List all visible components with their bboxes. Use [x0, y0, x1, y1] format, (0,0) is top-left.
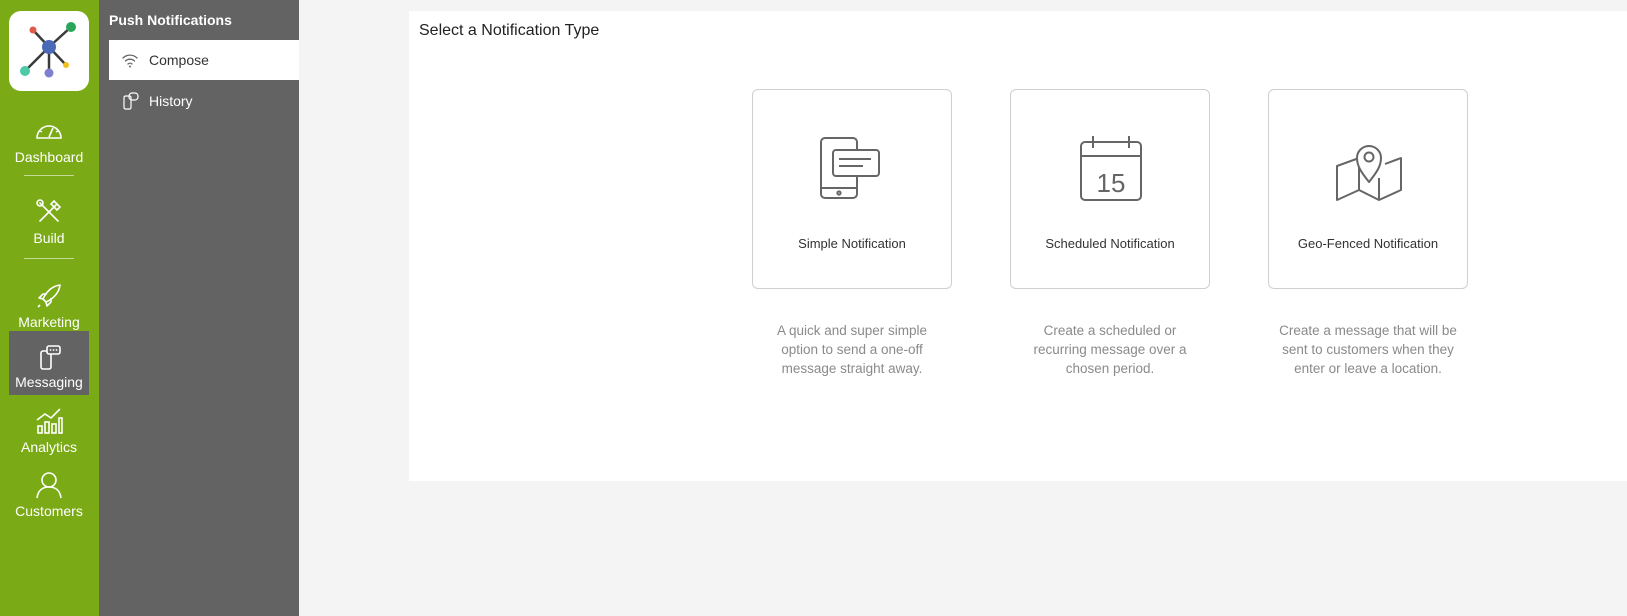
description-line: option to send a one-off: [781, 342, 923, 357]
sub-nav-item-label: History: [149, 93, 193, 109]
nav-item-build[interactable]: Build: [9, 197, 89, 261]
geo-fenced-notification-card[interactable]: Geo-Fenced Notification: [1268, 89, 1468, 289]
nav-item-customers[interactable]: Customers: [9, 470, 89, 534]
app-logo[interactable]: [9, 11, 89, 91]
description-line: sent to customers when they: [1282, 342, 1454, 357]
simple-notification-description: A quick and super simple option to send …: [752, 321, 952, 378]
logo-network-icon: [20, 22, 76, 78]
calendar-icon: 15: [1080, 136, 1142, 201]
description-line: recurring message over a: [1033, 342, 1187, 357]
phone-history-icon: [123, 92, 139, 110]
geo-fenced-notification-description: Create a message that will be sent to cu…: [1268, 321, 1468, 378]
sub-nav-item-compose[interactable]: Compose: [109, 40, 299, 80]
rocket-icon: [37, 284, 61, 308]
card-label: Geo-Fenced Notification: [1297, 236, 1439, 251]
nav-item-messaging[interactable]: Messaging: [9, 331, 89, 395]
nav-item-label: Messaging: [15, 374, 83, 390]
phone-chat-icon: [40, 345, 61, 370]
chart-icon: [36, 408, 63, 434]
description-line: chosen period.: [1065, 361, 1155, 376]
simple-notification-card[interactable]: Simple Notification: [752, 89, 952, 289]
sub-nav-item-label: Compose: [149, 52, 209, 68]
notification-type-panel: Select a Notification Type Simple Notifi…: [409, 11, 1627, 481]
calendar-day: 15: [1097, 168, 1126, 198]
nav-item-label: Customers: [15, 503, 83, 519]
phone-message-icon: [820, 137, 880, 199]
nav-item-analytics[interactable]: Analytics: [9, 406, 89, 470]
gauge-icon: [36, 125, 62, 139]
tools-icon: [36, 199, 62, 222]
person-icon: [36, 472, 62, 499]
wifi-icon: [122, 54, 138, 68]
page-title: Select a Notification Type: [419, 22, 600, 39]
main-nav: Dashboard Build Marketing Messaging Anal…: [0, 0, 99, 616]
card-label: Scheduled Notification: [1045, 236, 1175, 251]
nav-item-label: Dashboard: [14, 149, 84, 165]
nav-item-label: Marketing: [18, 314, 80, 330]
nav-divider: [24, 175, 74, 176]
card-label: Simple Notification: [798, 236, 906, 251]
description-line: A quick and super simple: [776, 323, 928, 338]
map-pin-icon: [1336, 145, 1402, 201]
nav-divider: [24, 258, 74, 259]
description-line: Create a message that will be: [1279, 323, 1457, 338]
description-line: message straight away.: [781, 361, 923, 376]
top-strip: [299, 0, 1627, 10]
nav-item-dashboard[interactable]: Dashboard: [9, 116, 89, 180]
sub-nav: Push Notifications Compose History: [99, 0, 299, 616]
scheduled-notification-description: Create a scheduled or recurring message …: [1010, 321, 1210, 378]
description-line: enter or leave a location.: [1294, 361, 1442, 376]
nav-item-label: Analytics: [20, 439, 78, 455]
scheduled-notification-card[interactable]: 15 Scheduled Notification: [1010, 89, 1210, 289]
description-line: Create a scheduled or: [1043, 323, 1177, 338]
nav-item-label: Build: [33, 230, 65, 246]
sub-nav-item-history[interactable]: History: [109, 81, 299, 121]
sub-nav-title: Push Notifications: [109, 12, 232, 28]
